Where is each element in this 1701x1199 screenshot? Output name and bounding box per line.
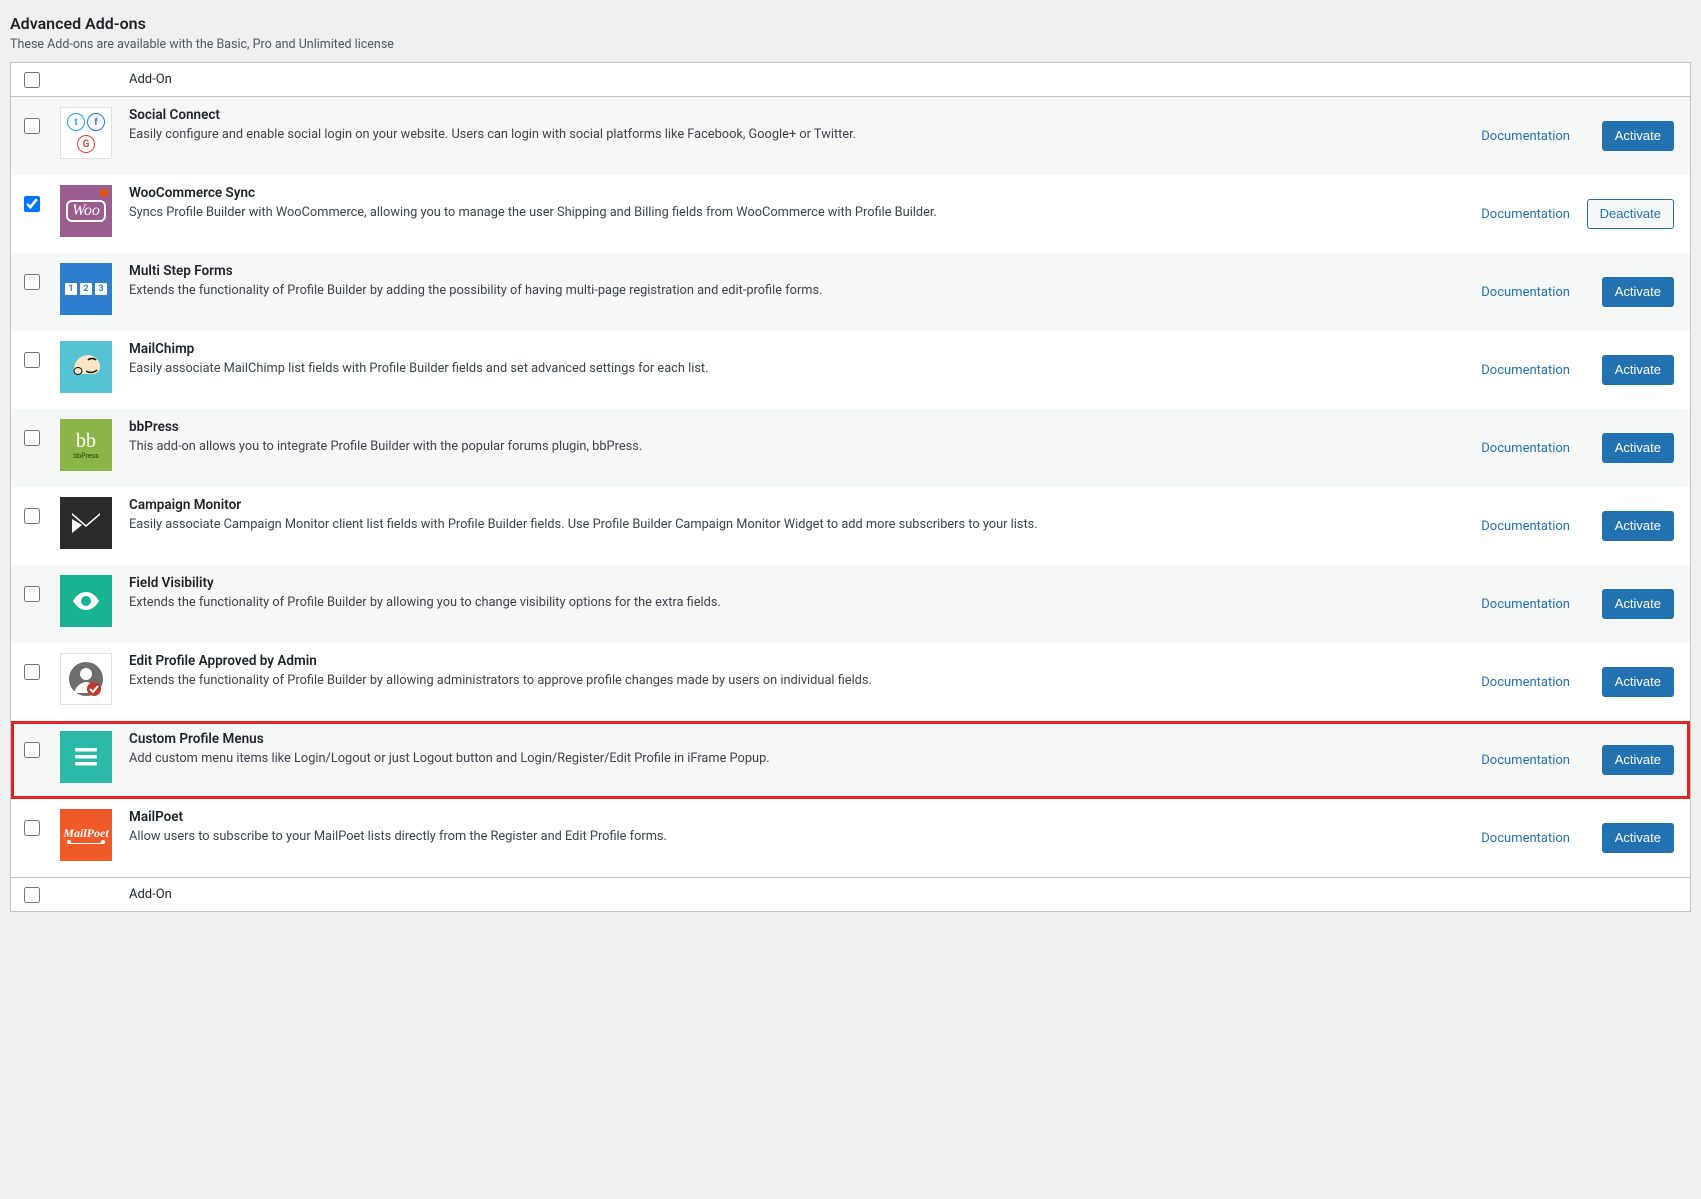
select-checkbox-mailpoet[interactable] [24,820,40,836]
addon-row-multi-step-forms: 123 Multi Step Forms Extends the function… [11,253,1690,331]
edit-profile-approved-icon [60,653,112,705]
activate-button[interactable]: Activate [1602,433,1674,464]
addon-name: bbPress [129,419,1424,435]
addon-name: Social Connect [129,107,1424,123]
addon-name: Multi Step Forms [129,263,1424,279]
documentation-link[interactable]: Documentation [1481,129,1570,144]
addon-name: MailChimp [129,341,1424,357]
addon-row-mailpoet: MailPoet MailPoet Allow users to subscrib… [11,799,1690,877]
activate-button[interactable]: Activate [1602,511,1674,542]
addon-row-bbpress: bbbbPress bbPress This add-on allows you … [11,409,1690,487]
documentation-link[interactable]: Documentation [1481,207,1570,222]
mailchimp-icon [60,341,112,393]
addon-description: Easily associate MailChimp list fields w… [129,360,1424,379]
addon-row-woocommerce-sync: Woo WooCommerce Sync Syncs Profile Builde… [11,175,1690,253]
deactivate-button[interactable]: Deactivate [1587,199,1674,230]
addon-name: Campaign Monitor [129,497,1424,513]
column-header-addon[interactable]: Add-On [51,72,172,87]
documentation-link[interactable]: Documentation [1481,675,1570,690]
social-connect-icon: tfG [60,107,112,159]
documentation-link[interactable]: Documentation [1481,597,1570,612]
select-checkbox-edit-profile-approved[interactable] [24,664,40,680]
addon-description: Extends the functionality of Profile Bui… [129,282,1424,301]
mailpoet-icon: MailPoet [60,809,112,861]
addon-description: This add-on allows you to integrate Prof… [129,438,1424,457]
activate-button[interactable]: Activate [1602,355,1674,386]
documentation-link[interactable]: Documentation [1481,753,1570,768]
addon-description: Allow users to subscribe to your MailPoe… [129,828,1424,847]
addon-row-social-connect: tfG Social Connect Easily configure and e… [11,97,1690,175]
activate-button[interactable]: Activate [1602,277,1674,308]
select-checkbox-multi-step-forms[interactable] [24,274,40,290]
select-checkbox-mailchimp[interactable] [24,352,40,368]
activate-button[interactable]: Activate [1602,745,1674,776]
addon-name: MailPoet [129,809,1424,825]
addon-name: WooCommerce Sync [129,185,1424,201]
woocommerce-icon: Woo [60,185,112,237]
activate-button[interactable]: Activate [1602,589,1674,620]
custom-profile-menus-icon [60,731,112,783]
field-visibility-icon [60,575,112,627]
campaign-monitor-icon [60,497,112,549]
multi-step-icon: 123 [60,263,112,315]
page-title: Advanced Add-ons [10,14,1691,33]
addon-description: Easily associate Campaign Monitor client… [129,516,1424,535]
addon-name: Edit Profile Approved by Admin [129,653,1424,669]
activate-button[interactable]: Activate [1602,667,1674,698]
select-all-checkbox-bottom[interactable] [24,887,40,903]
documentation-link[interactable]: Documentation [1481,363,1570,378]
addon-row-custom-profile-menus: Custom Profile Menus Add custom menu item… [11,721,1690,799]
bbpress-icon: bbbbPress [60,419,112,471]
table-header: Add-On [11,63,1690,97]
select-checkbox-custom-profile-menus[interactable] [24,742,40,758]
addon-description: Add custom menu items like Login/Logout … [129,750,1424,769]
documentation-link[interactable]: Documentation [1481,831,1570,846]
select-checkbox-bbpress[interactable] [24,430,40,446]
addon-description: Syncs Profile Builder with WooCommerce, … [129,204,1424,223]
addon-row-campaign-monitor: Campaign Monitor Easily associate Campaig… [11,487,1690,565]
page-subtitle: These Add-ons are available with the Bas… [10,37,1691,52]
addon-row-field-visibility: Field Visibility Extends the functionalit… [11,565,1690,643]
addon-row-edit-profile-approved: Edit Profile Approved by Admin Extends th… [11,643,1690,721]
activate-button[interactable]: Activate [1602,823,1674,854]
addon-description: Extends the functionality of Profile Bui… [129,672,1424,691]
activate-button[interactable]: Activate [1602,121,1674,152]
column-footer-addon[interactable]: Add-On [51,887,172,902]
documentation-link[interactable]: Documentation [1481,285,1570,300]
addon-description: Easily configure and enable social login… [129,126,1424,145]
addon-description: Extends the functionality of Profile Bui… [129,594,1424,613]
documentation-link[interactable]: Documentation [1481,519,1570,534]
select-checkbox-campaign-monitor[interactable] [24,508,40,524]
table-footer: Add-On [11,877,1690,911]
select-checkbox-social-connect[interactable] [24,118,40,134]
select-all-checkbox-top[interactable] [24,72,40,88]
select-checkbox-field-visibility[interactable] [24,586,40,602]
documentation-link[interactable]: Documentation [1481,441,1570,456]
addon-name: Field Visibility [129,575,1424,591]
addons-table: Add-On tfG Social Connect Easily configur… [10,62,1691,912]
addon-name: Custom Profile Menus [129,731,1424,747]
select-checkbox-woocommerce-sync[interactable] [24,196,40,212]
addon-row-mailchimp: MailChimp Easily associate MailChimp list… [11,331,1690,409]
